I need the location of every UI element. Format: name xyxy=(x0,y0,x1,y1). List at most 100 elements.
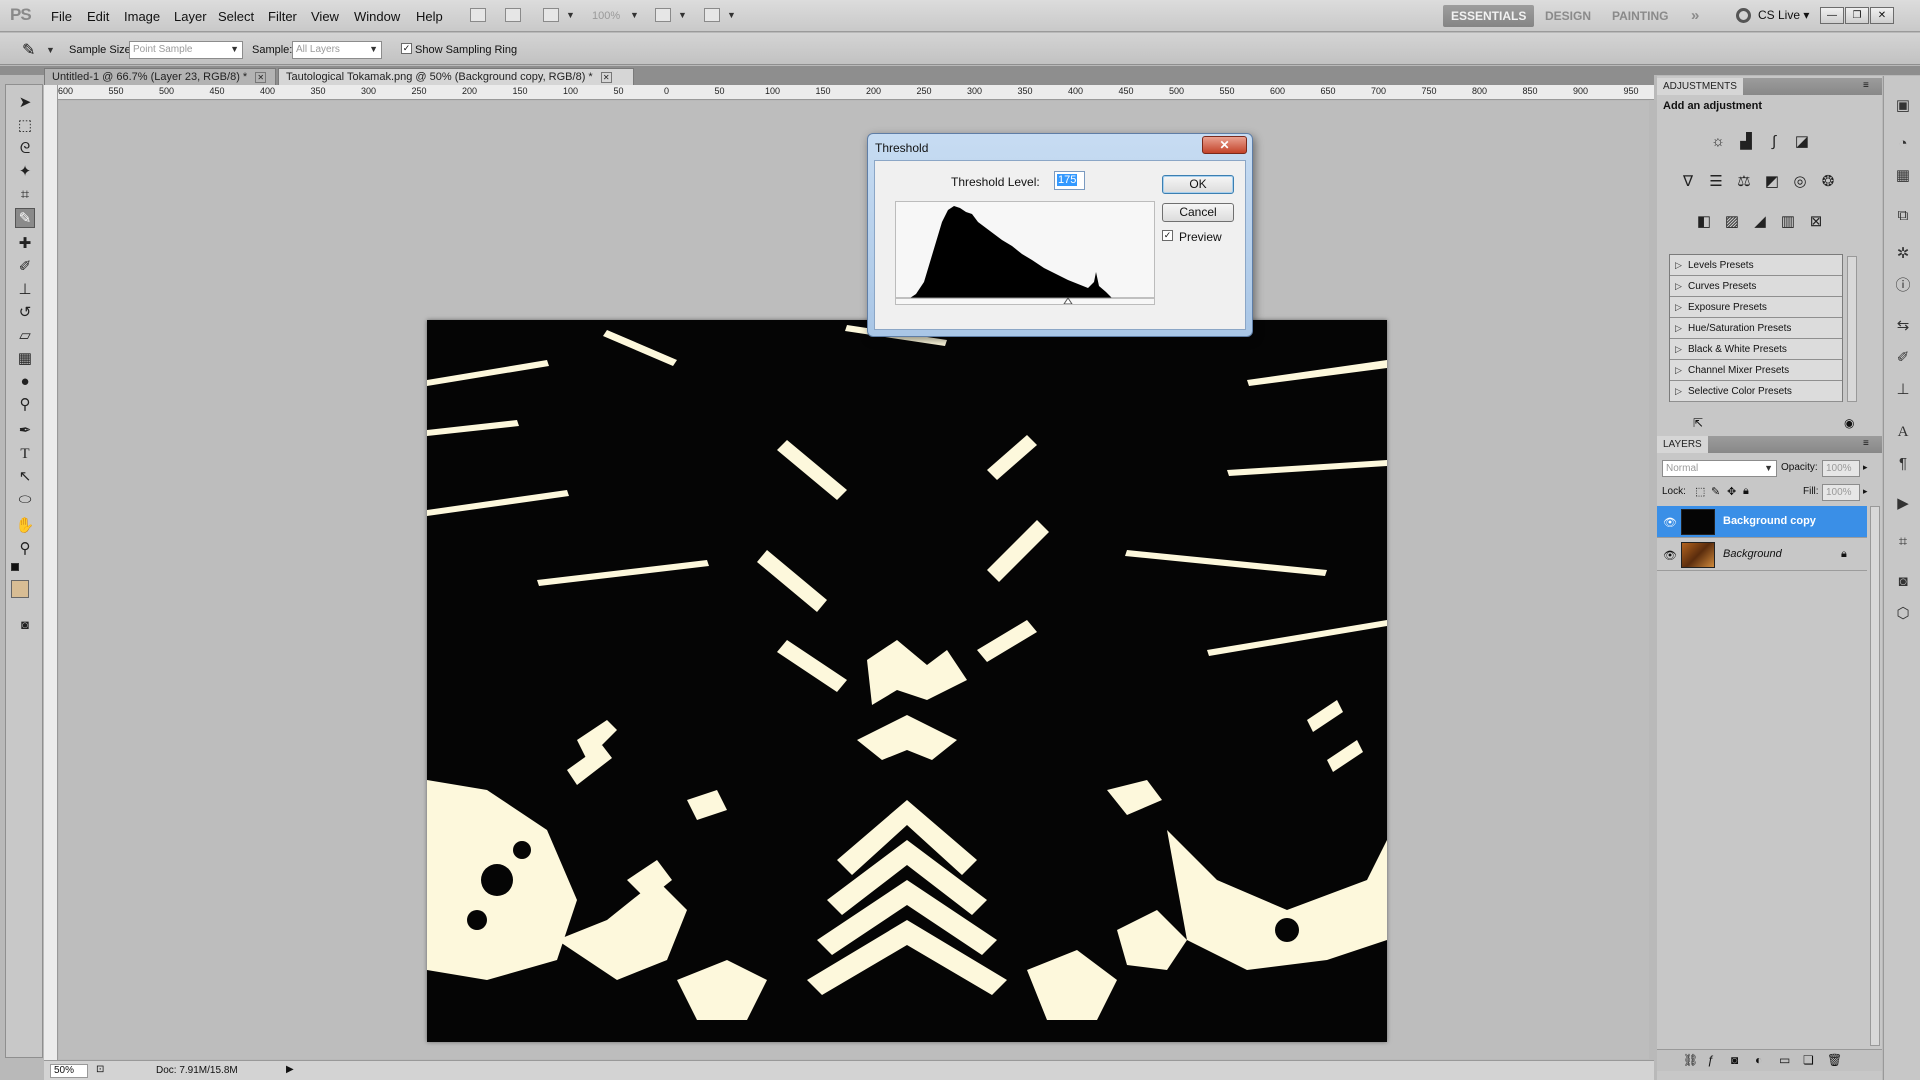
swatches-panel-icon[interactable]: ▦ xyxy=(1893,166,1913,186)
menu-layer[interactable]: Layer xyxy=(174,9,207,24)
ok-button[interactable]: OK xyxy=(1162,175,1234,194)
histogram[interactable] xyxy=(895,201,1155,305)
type-tool-icon[interactable]: T xyxy=(15,444,35,464)
lock-all-icon[interactable]: 🔒︎ xyxy=(1743,485,1749,498)
layer-mask-icon[interactable]: ◙ xyxy=(1731,1053,1738,1067)
brush-panel-icon[interactable]: ✐ xyxy=(1893,348,1913,368)
animation-panel-icon[interactable]: ▶ xyxy=(1893,494,1913,514)
crop-tool-icon[interactable]: ⌗ xyxy=(15,185,35,205)
link-layers-icon[interactable]: ⛓ xyxy=(1683,1053,1698,1067)
sample-select[interactable]: All Layers ▼ xyxy=(292,41,382,59)
vibrance-icon[interactable]: ∇ xyxy=(1677,172,1699,192)
camera-panel-icon[interactable]: ◙ xyxy=(1893,572,1913,592)
channel-mixer-icon[interactable]: ❂ xyxy=(1817,172,1839,192)
menu-filter[interactable]: Filter xyxy=(268,9,297,24)
foreground-color-swatch[interactable] xyxy=(11,580,29,598)
workspace-design[interactable]: DESIGN xyxy=(1537,5,1599,27)
preset-item[interactable]: ▷ Black & White Presets xyxy=(1670,339,1842,360)
zoom-field[interactable]: 50% xyxy=(50,1064,88,1078)
3d-panel-icon[interactable]: ⬡ xyxy=(1893,604,1913,624)
preset-item[interactable]: ▷ Selective Color Presets xyxy=(1670,381,1842,402)
chevron-down-icon[interactable]: ▼ xyxy=(727,10,736,20)
close-icon[interactable]: ✕ xyxy=(600,72,612,83)
gradient-map-icon[interactable]: ▥ xyxy=(1777,212,1799,232)
eye-icon[interactable]: 👁︎ xyxy=(1663,549,1677,562)
path-selection-tool-icon[interactable]: ↖ xyxy=(15,467,35,487)
fill-arrow-icon[interactable]: ▸ xyxy=(1863,486,1868,497)
view-extras-icon[interactable] xyxy=(543,8,559,22)
cs-live-icon[interactable] xyxy=(1736,8,1751,23)
eyedropper-icon[interactable]: ✎ xyxy=(22,40,35,60)
hue-saturation-icon[interactable]: ☰ xyxy=(1705,172,1727,192)
paragraph-panel-icon[interactable]: ¶ xyxy=(1893,454,1913,474)
screen-mode-icon[interactable] xyxy=(704,8,720,22)
gradient-tool-icon[interactable]: ▦ xyxy=(15,349,35,369)
panel-menu-icon[interactable]: ≡ xyxy=(1863,438,1869,449)
chevron-down-icon[interactable]: ▼ xyxy=(678,10,687,20)
menu-file[interactable]: File xyxy=(51,9,72,24)
posterize-icon[interactable]: ▨ xyxy=(1721,212,1743,232)
threshold-icon[interactable]: ◢ xyxy=(1749,212,1771,232)
blur-tool-icon[interactable]: ● xyxy=(15,372,35,392)
tab-adjustments[interactable]: ADJUSTMENTS xyxy=(1657,78,1743,95)
trash-icon[interactable]: 🗑︎ xyxy=(1827,1053,1842,1067)
menu-window[interactable]: Window xyxy=(354,9,400,24)
workspace-painting[interactable]: PAINTING xyxy=(1604,5,1676,27)
color-panel-icon[interactable]: ◔ xyxy=(1893,134,1913,154)
mini-bridge-panel-icon[interactable]: ▣ xyxy=(1893,96,1913,116)
eraser-tool-icon[interactable]: ▱ xyxy=(15,326,35,346)
pen-tool-icon[interactable]: ✒ xyxy=(15,421,35,441)
preset-item[interactable]: ▷ Channel Mixer Presets xyxy=(1670,360,1842,381)
adjustment-layer-icon[interactable]: ◐ xyxy=(1755,1053,1762,1067)
clip-to-layer-icon[interactable]: ◉ xyxy=(1844,416,1854,430)
history-panel-icon[interactable]: ⧉ xyxy=(1893,206,1913,226)
layer-name[interactable]: Background copy xyxy=(1723,515,1816,527)
sample-size-select[interactable]: Point Sample ▼ xyxy=(129,41,243,59)
blend-mode-select[interactable]: Normal ▼ xyxy=(1662,460,1777,477)
layer-name[interactable]: Background xyxy=(1723,548,1782,560)
return-to-list-icon[interactable]: ⇱ xyxy=(1693,416,1703,430)
menu-view[interactable]: View xyxy=(311,9,339,24)
character-panel-icon[interactable]: A xyxy=(1893,422,1913,442)
dodge-tool-icon[interactable]: ⚲ xyxy=(15,395,35,415)
ellipse-tool-icon[interactable]: ⬭ xyxy=(15,490,35,510)
clone-stamp-tool-icon[interactable]: ⊥ xyxy=(15,280,35,300)
opacity-arrow-icon[interactable]: ▸ xyxy=(1863,462,1868,473)
quick-selection-tool-icon[interactable]: ✦ xyxy=(15,162,35,182)
dialog-close-button[interactable]: ✕ xyxy=(1202,136,1247,154)
exposure-icon[interactable]: ◪ xyxy=(1791,132,1813,152)
default-colors-icon[interactable] xyxy=(11,563,19,571)
layers-scrollbar[interactable] xyxy=(1870,506,1880,1046)
new-layer-icon[interactable]: ❏ xyxy=(1803,1053,1814,1067)
invert-icon[interactable]: ◧ xyxy=(1693,212,1715,232)
zoom-level[interactable]: 100% xyxy=(592,10,620,22)
history-brush-tool-icon[interactable]: ↺ xyxy=(15,303,35,323)
levels-icon[interactable]: ▟ xyxy=(1735,132,1757,152)
preset-item[interactable]: ▷ Hue/Saturation Presets xyxy=(1670,318,1842,339)
menu-image[interactable]: Image xyxy=(124,9,160,24)
zoom-tool-icon[interactable]: ⚲ xyxy=(15,539,35,559)
cs-live-menu[interactable]: CS Live ▾ xyxy=(1758,8,1809,22)
workspace-more-button[interactable]: » xyxy=(1683,5,1707,27)
quick-mask-icon[interactable]: ◙ xyxy=(15,615,35,635)
hand-tool-icon[interactable]: ✋ xyxy=(15,516,35,536)
show-sampling-ring-checkbox[interactable]: ✓ xyxy=(401,43,412,54)
status-info-icon[interactable]: ⊡ xyxy=(96,1064,104,1075)
selective-color-icon[interactable]: ⊠ xyxy=(1805,212,1827,232)
lasso-tool-icon[interactable]: ᘓ xyxy=(15,139,35,159)
minimize-button[interactable]: — xyxy=(1820,7,1844,24)
menu-help[interactable]: Help xyxy=(416,9,443,24)
cancel-button[interactable]: Cancel xyxy=(1162,203,1234,222)
arrange-documents-icon[interactable] xyxy=(655,8,671,22)
lock-position-icon[interactable]: ✥ xyxy=(1727,485,1736,498)
curves-icon[interactable]: ∫ xyxy=(1763,132,1785,152)
menu-select[interactable]: Select xyxy=(218,9,254,24)
black-white-icon[interactable]: ◩ xyxy=(1761,172,1783,192)
eyedropper-tool-icon[interactable]: ✎ xyxy=(15,208,35,228)
workspace-essentials[interactable]: ESSENTIALS xyxy=(1443,5,1535,27)
lock-transparent-icon[interactable]: ⬚ xyxy=(1695,485,1705,498)
chevron-down-icon[interactable]: ▼ xyxy=(566,10,575,20)
mini-bridge-icon[interactable] xyxy=(505,8,521,22)
move-tool-icon[interactable]: ➤ xyxy=(15,93,35,113)
opacity-field[interactable]: 100% xyxy=(1822,460,1860,477)
